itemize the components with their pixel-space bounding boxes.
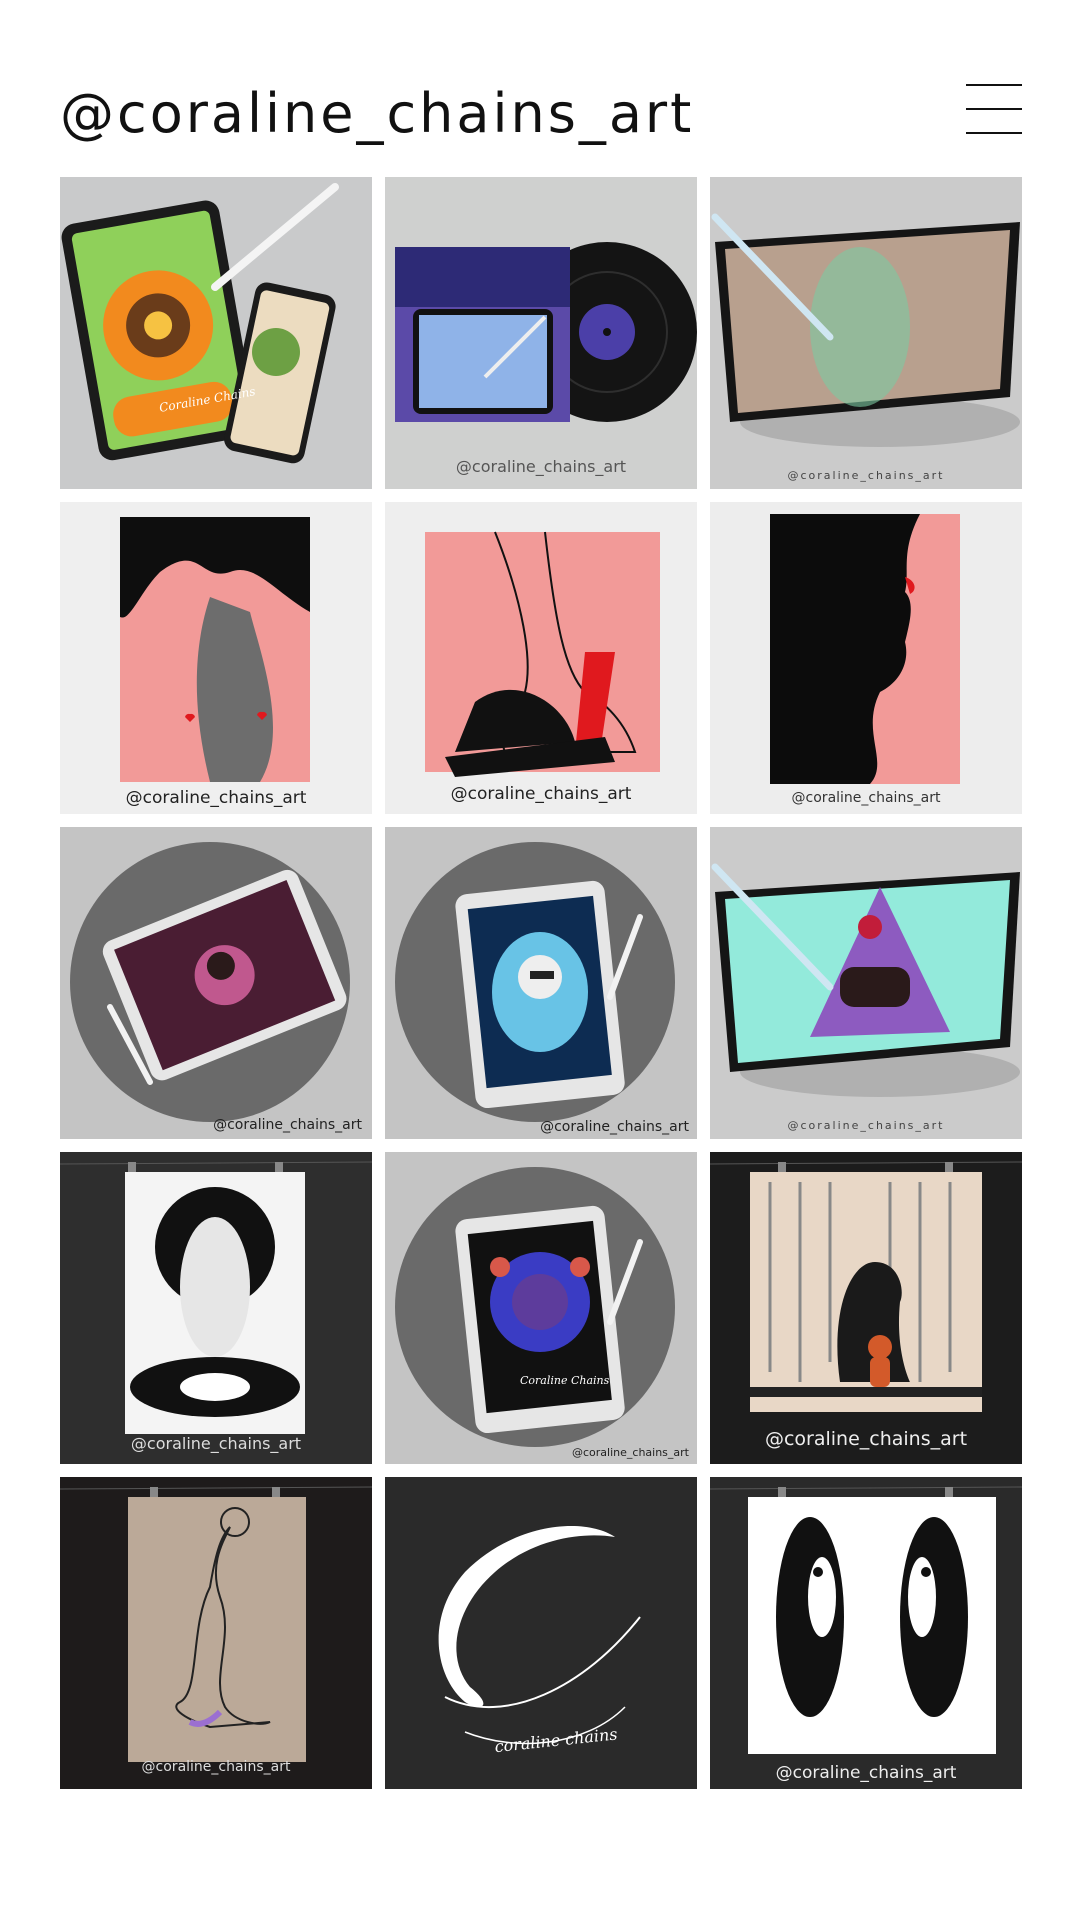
post-pink-profile-canvas[interactable]: @coraline_chains_art [710, 502, 1022, 814]
watermark: @coraline_chains_art [572, 1446, 689, 1459]
post-centaur-tablet[interactable]: @coraline_chains_art [710, 827, 1022, 1139]
kaleidoscope-ipad-image: Coraline Chains [395, 1167, 675, 1447]
rain-figure-print-image [710, 1161, 1022, 1412]
mandala-tablet-image: Coraline Chains [61, 183, 339, 464]
watermark: @coraline_chains_art [450, 784, 632, 804]
hamburger-menu-icon[interactable] [966, 84, 1022, 134]
mirror-faces-print-image [710, 1486, 1022, 1754]
alien-tablet-image [711, 213, 1020, 447]
centaur-tablet-image [711, 863, 1020, 1097]
logo-c-image: coraline chains [438, 1526, 641, 1756]
post-logo-c[interactable]: coraline chains [385, 1477, 697, 1789]
post-rain-figure-print[interactable]: @coraline_chains_art [710, 1152, 1022, 1464]
pink-seated-canvas-image [425, 531, 660, 777]
post-mirror-faces-print[interactable]: @coraline_chains_art [710, 1477, 1022, 1789]
watermark: @coraline_chains_art [791, 790, 941, 806]
fairy-ipad-image [70, 842, 350, 1122]
watermark: @coraline_chains_art [141, 1759, 291, 1775]
post-moon-woman-print[interactable]: @coraline_chains_art [60, 1152, 372, 1464]
post-fairy-ipad[interactable]: @coraline_chains_art [60, 827, 372, 1139]
portrait-ipad-image [395, 842, 675, 1122]
watermark: @coraline_chains_art [130, 1434, 302, 1453]
watermark: @coraline_chains_art [775, 1763, 957, 1783]
post-portrait-ipad[interactable]: @coraline_chains_art [385, 827, 697, 1139]
watermark: @coraline_chains_art [787, 469, 945, 482]
post-alien-figure-tablet[interactable]: @coraline_chains_art [710, 177, 1022, 489]
watermark: @coraline_chains_art [540, 1119, 689, 1135]
post-sketch-nude-print[interactable]: @coraline_chains_art [60, 1477, 372, 1789]
watermark: @coraline_chains_art [125, 788, 307, 808]
watermark: @coraline_chains_art [455, 457, 627, 476]
page-title: @coraline_chains_art [60, 82, 695, 145]
vinyl-album-image [395, 242, 697, 422]
header: @coraline_chains_art [60, 78, 1022, 150]
logo-script-text: coraline chains [494, 1724, 619, 1756]
post-vinyl-album[interactable]: @coraline_chains_art [385, 177, 697, 489]
sketch-nude-print-image [60, 1486, 372, 1762]
post-kaleidoscope-ipad[interactable]: Coraline Chains @coraline_chains_art [385, 1152, 697, 1464]
post-mandala-tablet[interactable]: Coraline Chains [60, 177, 372, 489]
post-pink-seated-canvas[interactable]: @coraline_chains_art [385, 502, 697, 814]
watermark: @coraline_chains_art [764, 1428, 968, 1450]
pink-profile-canvas-image [770, 514, 960, 784]
moon-woman-print-image [60, 1161, 372, 1434]
watermark: @coraline_chains_art [787, 1119, 945, 1132]
pink-nude-canvas-image [120, 517, 310, 782]
kaleidoscope-signature: Coraline Chains [520, 1374, 610, 1387]
watermark: @coraline_chains_art [213, 1117, 362, 1133]
post-pink-nude-canvas[interactable]: @coraline_chains_art [60, 502, 372, 814]
